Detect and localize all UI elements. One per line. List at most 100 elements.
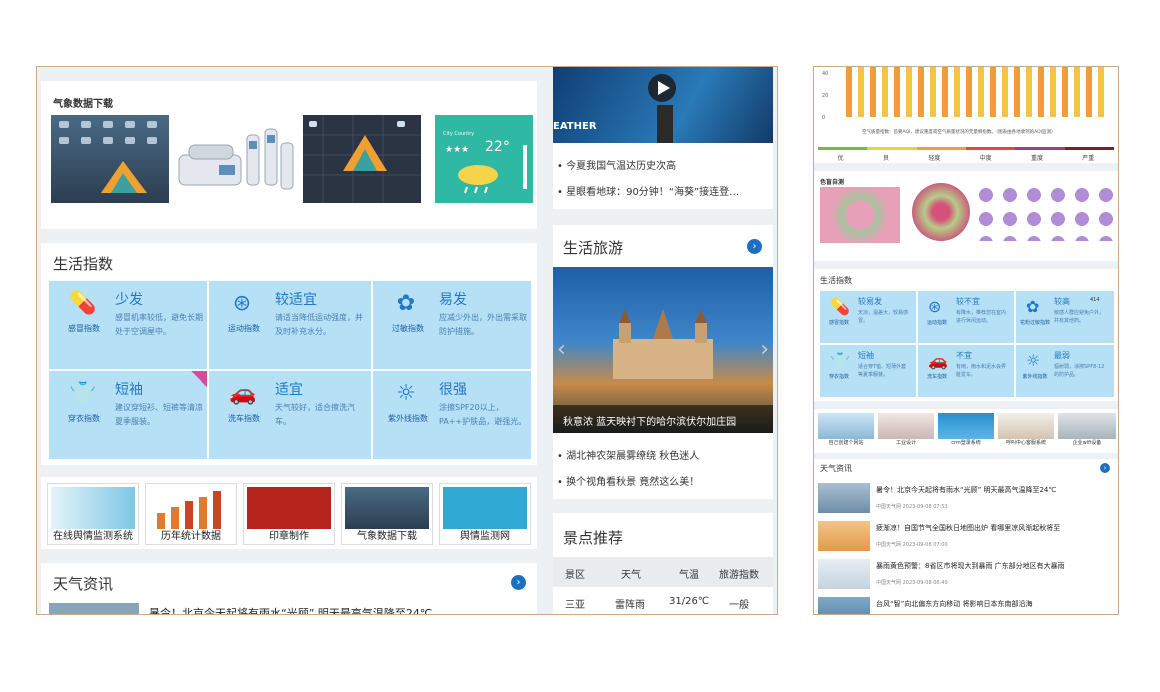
index-carwash[interactable]: 🚗 洗车指数 适宜 天气较好，适合擦洗汽车。 [209,371,371,459]
tool-stats[interactable]: 历年统计数据 [145,483,237,545]
weather-video-player[interactable]: EATHER [553,67,773,143]
aqi-bar [1026,67,1032,117]
y-tick: 40 [822,71,828,77]
tool-seal[interactable]: 印章制作 [243,483,335,545]
r-news-item[interactable]: 暑令！北京今天起将有雨水“光顾” 明天最高气温降至24℃ 中国天气网 2023-… [818,481,1114,517]
news-title-cut[interactable]: 暑令！北京今天起将有雨水“光顾” 明天最高气温降至24℃ [149,605,432,614]
r-life-index-card: 生活指数 💊 感冒指数 较易发 天凉，温差大，较易感冒。 ⊛ 运动指数 较不宜 … [814,269,1118,401]
aqi-level-segment [916,147,966,150]
aqi-bar [846,67,852,117]
r-tool[interactable]: 企业wifi设备 [1058,413,1116,449]
r-tool[interactable]: crm登录系统 [938,413,994,449]
aqi-bar [894,67,900,117]
more-arrow-icon[interactable]: › [511,575,526,590]
tools-row: 在线舆情监测系统 历年统计数据 印章制作 气象数据下载 舆情监测网 [41,477,537,549]
r-news-item[interactable]: 暴雨黄色预警：8省区市将现大到暴雨 广东部分地区有大暴雨 中国天气网 2023-… [818,557,1114,593]
video-card: EATHER 今夏我国气温达历史次高 星眼看地球：90分钟！“海葵”接连登… [553,67,773,209]
aqi-bar [930,67,936,117]
r-life-index-title: 生活指数 [820,276,852,285]
tool-opinion-web[interactable]: 舆情监测网 [439,483,531,545]
r-tools-row: 自己创建个网站 工业设计 crm登录系统 呼叫中心客服系统 企业wifi设备 [814,409,1118,453]
r-tool[interactable]: 自己创建个网站 [818,413,874,449]
index-sport[interactable]: ⊛ 运动指数 较适宜 请适当降低运动强度，并及时补充水分。 [209,281,371,369]
index-allergy[interactable]: ✿ 过敏指数 易发 应减少外出，外出需采取防护措施。 [373,281,531,369]
bar-chart-icon [149,487,233,529]
more-arrow-icon[interactable]: › [747,239,762,254]
scenic-table-row[interactable]: 三亚 雷阵雨 31/26℃ 一般 [553,587,773,614]
aqi-bar-chart: 40 20 0 [822,67,1104,121]
aqi-chart-card: 40 20 0 空气质量指数：首要AQI，建议重度或空气质量状况的无量纲指数。（… [814,67,1118,163]
video-logo-text: EATHER [553,121,597,132]
cloud-rain-icon [458,165,498,194]
weather-download-card: 气象数据下载 City Country 22° ★★★ [41,81,537,229]
right-screenshot: 40 20 0 空气质量指数：首要AQI，建议重度或空气质量状况的无量纲指数。（… [813,66,1119,615]
tool-opinion-monitor[interactable]: 在线舆情监测系统 [47,483,139,545]
video-news-item[interactable]: 星眼看地球：90分钟！“海葵”接连登… [557,183,739,198]
r-news-item[interactable]: 疲渐凉！自国节气全国秋日地图出炉 看哪里凉风渐起秋将至 中国天气网 2023-0… [818,519,1114,555]
news-thumb[interactable] [49,603,139,614]
more-arrow-icon[interactable]: › [1100,463,1110,473]
aqi-level-segment [818,147,868,150]
travel-news-item[interactable]: 换个视角看秋景 竟然这么美！ [557,473,699,488]
travel-title: 生活旅游 [563,239,624,257]
car-icon: 🚗 [229,381,257,406]
r-index-carwash[interactable]: 🚗 洗车指数 不宜 有雨，雨水和泥水会弄脏爱车。 [918,345,1014,397]
corner-tag [191,371,207,387]
phone-thumb[interactable] [175,115,297,203]
play-icon[interactable] [647,73,677,103]
life-index-card: 生活指数 💊 感冒指数 少发 感冒机率较低，避免长期处于空调屋中。 ⊛ 运动指数… [41,243,537,465]
news-thumb [818,483,870,513]
weather-card-thumb[interactable]: City Country 22° ★★★ [435,115,533,203]
aqi-bar [942,67,948,117]
color-plate-numbers[interactable] [974,183,1116,241]
travel-photo[interactable]: 秋意浓 蓝天映衬下的哈尔滨伏尔加庄园 ‹ › [553,267,773,433]
next-arrow-icon[interactable]: › [760,337,769,362]
aqi-note: 空气质量指数：首要AQI，建议重度或空气质量状况的无量纲指数。（图表由各地收到的… [862,130,1056,135]
travel-caption: 秋意浓 蓝天映衬下的哈尔滨伏尔加庄园 [563,417,737,428]
weather-download-title: 气象数据下载 [53,99,113,110]
color-plate-grid[interactable] [820,187,900,243]
castle-icon [613,309,713,379]
capsule-icon: 💊 [69,291,97,316]
basketball-icon: ⊛ [232,291,252,316]
aqi-bar [1062,67,1068,117]
weather-news-title: 天气资讯 [53,575,114,593]
aqi-level-segment [867,147,917,150]
index-clothing[interactable]: 👕 穿衣指数 短袖 建议穿短衫、短裤等清凉夏季服装。 [49,371,207,459]
grid-chart-thumb[interactable] [303,115,421,203]
color-plate-big[interactable] [912,183,970,241]
sun-icon: ☼ [1026,351,1041,370]
aqi-level-segment [1015,147,1065,150]
network-icon [443,487,527,529]
star-icon: ★★★ [445,145,470,155]
tool-weather-download[interactable]: 气象数据下载 [341,483,433,545]
aqi-bar [858,67,864,117]
flower-icon: ✿ [1026,297,1040,316]
r-index-uv[interactable]: ☼ 紫外线指数 最弱 辐射弱，涂擦SPF8-12的防护品。 [1016,345,1114,397]
tshirt-icon: 👕 [830,351,850,370]
prev-arrow-icon[interactable]: ‹ [557,337,566,362]
r-index-clothing[interactable]: 👕 穿衣指数 短袖 适合穿T恤、短薄外套等夏季服装。 [820,345,916,397]
aqi-bar [1038,67,1044,117]
car-icon: 🚗 [928,351,948,370]
telephone-icon [178,128,294,190]
seal-icon [247,487,331,529]
travel-news-item[interactable]: 湖北神农架晨雾缭绕 秋色迷人 [557,447,699,462]
r-index-sport[interactable]: ⊛ 运动指数 较不宜 有降水，推荐您在室内进行休闲运动。 [918,291,1014,343]
weather-data-thumb[interactable] [51,115,169,203]
left-screenshot: 气象数据下载 City Country 22° ★★★ EATHER • 今夏我… [36,66,778,615]
r-tool[interactable]: 呼叫中心客服系统 [998,413,1054,449]
news-thumb [818,597,870,614]
color-blind-title: 色盲自测 [820,179,845,186]
r-tool[interactable]: 工业设计 [878,413,934,449]
life-index-title: 生活指数 [53,255,114,273]
weather-card-temp: 22° [485,139,510,155]
r-index-cold[interactable]: 💊 感冒指数 较易发 天凉，温差大，较易感冒。 [820,291,916,343]
index-uv[interactable]: ☼ 紫外线指数 很强 涂擦SPF20以上，PA++护肤品，避强光。 [373,371,531,459]
aqi-bar [990,67,996,117]
weather-news-card: 天气资讯 › 暑令！北京今天起将有雨水“光顾” 明天最高气温降至24℃ [41,563,537,614]
r-index-pollen[interactable]: ✿ 花粉过敏指数 较高 414 敏感人群应避免户外，并有其他药。 [1016,291,1114,343]
r-news-item[interactable]: 台风“智”向北偏东方向移动 将影响日本东南部沿海 [818,595,1114,614]
index-cold[interactable]: 💊 感冒指数 少发 感冒机率较低，避免长期处于空调屋中。 [49,281,207,369]
video-news-item[interactable]: 今夏我国气温达历史次高 [557,157,676,172]
